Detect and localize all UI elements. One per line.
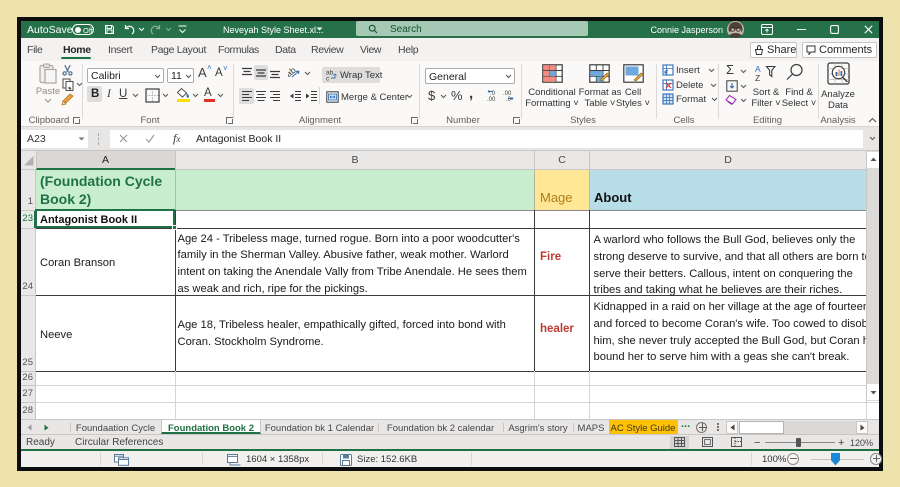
- svg-text:Z: Z: [755, 73, 760, 82]
- svg-text:.00: .00: [487, 97, 496, 102]
- svg-text:ab: ab: [288, 66, 298, 79]
- svg-text:.0: .0: [506, 97, 512, 102]
